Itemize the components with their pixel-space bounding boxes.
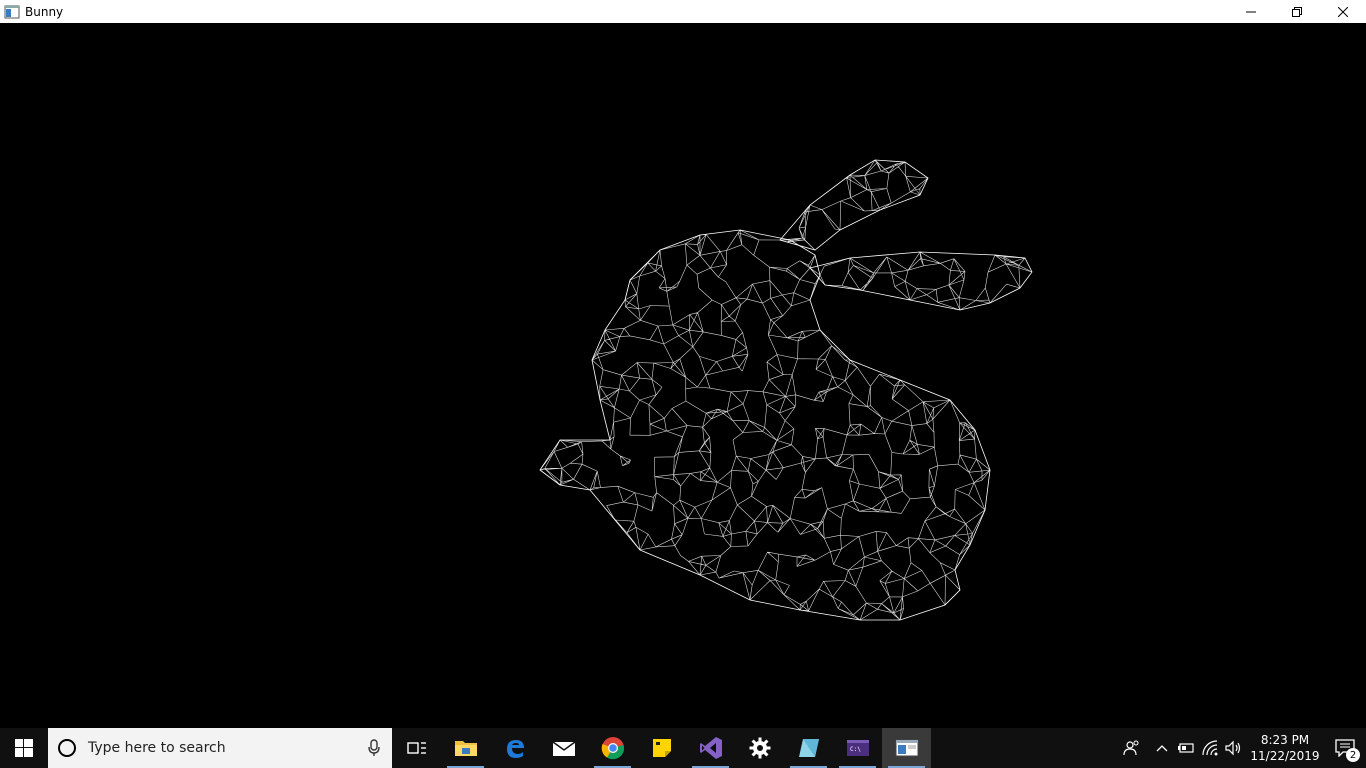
microphone-icon[interactable] bbox=[368, 739, 380, 757]
file-explorer-button[interactable] bbox=[441, 728, 490, 768]
window-controls bbox=[1228, 0, 1366, 23]
cortana-icon bbox=[58, 739, 76, 757]
clock-time: 8:23 PM bbox=[1260, 733, 1310, 747]
clock-date: 11/22/2019 bbox=[1250, 749, 1320, 763]
wifi-icon bbox=[1202, 740, 1218, 756]
title-bar[interactable]: Bunny bbox=[0, 0, 1366, 23]
bunny-outline bbox=[809, 251, 1033, 311]
bunny-wireframe bbox=[539, 159, 1033, 621]
edge-icon bbox=[506, 740, 524, 758]
edge-button[interactable] bbox=[490, 728, 539, 768]
chrome-button[interactable] bbox=[588, 728, 637, 768]
mail-icon bbox=[552, 741, 575, 756]
windows-logo-icon bbox=[15, 739, 33, 757]
restore-button[interactable] bbox=[1274, 0, 1320, 23]
mail-button[interactable] bbox=[539, 728, 588, 768]
network-button[interactable] bbox=[1198, 728, 1222, 768]
sticky-notes-icon bbox=[652, 739, 671, 757]
restore-icon bbox=[1292, 6, 1302, 17]
close-icon bbox=[1338, 6, 1348, 17]
sticky-notes-button[interactable] bbox=[637, 728, 686, 768]
terminal-button[interactable]: C:\ bbox=[833, 728, 882, 768]
notification-badge: 2 bbox=[1346, 748, 1360, 762]
window-title: Bunny bbox=[25, 4, 64, 19]
search-placeholder: Type here to search bbox=[88, 740, 226, 756]
battery-icon bbox=[1178, 743, 1194, 753]
close-button[interactable] bbox=[1320, 0, 1366, 23]
svg-text:C:\: C:\ bbox=[850, 746, 861, 753]
clock[interactable]: 8:23 PM 11/22/2019 bbox=[1246, 728, 1324, 768]
window-icon bbox=[895, 739, 918, 757]
speaker-icon bbox=[1225, 740, 1241, 756]
chrome-icon bbox=[601, 737, 624, 760]
folder-icon bbox=[454, 741, 477, 756]
action-center-button[interactable]: 2 bbox=[1324, 728, 1366, 768]
chevron-up-icon bbox=[1156, 745, 1168, 752]
taskbar: Type here to search C:\ 8:23 PM 11/22/20… bbox=[0, 728, 1366, 768]
task-view-button[interactable] bbox=[392, 728, 441, 768]
task-view-icon bbox=[406, 742, 426, 754]
terminal-icon: C:\ bbox=[846, 740, 869, 756]
gear-icon bbox=[749, 737, 770, 759]
render-canvas[interactable] bbox=[0, 23, 1366, 728]
search-box[interactable]: Type here to search bbox=[48, 728, 392, 768]
bunny-window-button[interactable] bbox=[882, 728, 931, 768]
settings-button[interactable] bbox=[735, 728, 784, 768]
system-tray: 8:23 PM 11/22/2019 2 bbox=[1114, 728, 1366, 768]
minimize-button[interactable] bbox=[1228, 0, 1274, 23]
people-button[interactable] bbox=[1114, 728, 1150, 768]
start-button[interactable] bbox=[0, 728, 48, 768]
visual-studio-icon bbox=[699, 737, 722, 759]
blue-shape-icon bbox=[798, 739, 819, 757]
app-button[interactable] bbox=[784, 728, 833, 768]
people-icon bbox=[1123, 740, 1139, 756]
volume-button[interactable] bbox=[1222, 728, 1246, 768]
app-window-icon bbox=[4, 4, 20, 20]
battery-button[interactable] bbox=[1174, 728, 1198, 768]
visual-studio-button[interactable] bbox=[686, 728, 735, 768]
bunny-mesh-edges bbox=[539, 159, 1033, 621]
minimize-icon bbox=[1246, 11, 1256, 12]
show-hidden-icons-button[interactable] bbox=[1150, 728, 1174, 768]
